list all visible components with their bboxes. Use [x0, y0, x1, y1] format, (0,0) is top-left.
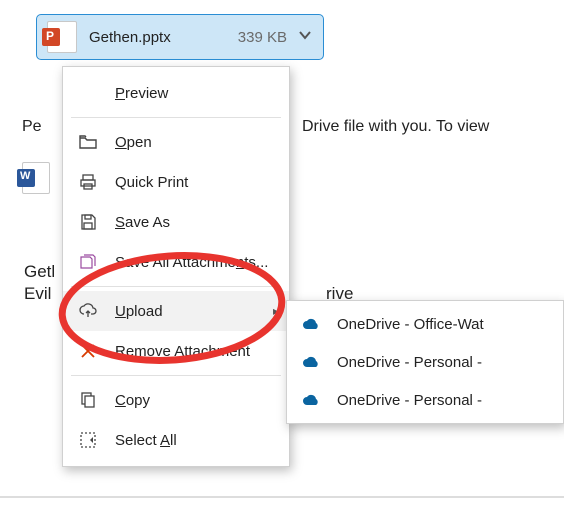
menu-label: Save All Attachments... — [115, 254, 268, 271]
bg-text-fragment: Drive file with you. To view — [302, 118, 489, 136]
save-icon — [77, 211, 99, 233]
menu-open[interactable]: Open — [63, 122, 289, 162]
menu-label: Save As — [115, 214, 170, 231]
menu-label: Remove Attachment — [115, 343, 250, 360]
menu-label: Open — [115, 134, 152, 151]
select-all-icon — [77, 429, 99, 451]
menu-label: Upload — [115, 303, 163, 320]
submenu-label: OneDrive - Personal - — [337, 392, 482, 409]
menu-separator — [71, 375, 281, 376]
menu-select-all[interactable]: Select All — [63, 420, 289, 460]
attachment-size: 339 KB — [238, 29, 287, 46]
submenu-item-onedrive[interactable]: OneDrive - Personal - — [287, 343, 563, 381]
blank-icon — [77, 82, 99, 104]
attachment-context-menu: Preview Open Quick Print Save As Save Al… — [62, 66, 290, 467]
bg-text-fragment: Pe — [22, 118, 42, 136]
word-attachment-icon — [22, 162, 50, 194]
onedrive-icon — [301, 316, 323, 332]
upload-submenu: OneDrive - Office-Wat OneDrive - Persona… — [286, 300, 564, 424]
attachment-filename: Gethen.pptx — [89, 29, 238, 46]
menu-label: Preview — [115, 85, 168, 102]
remove-icon — [77, 340, 99, 362]
chevron-right-icon: ▸ — [273, 304, 279, 318]
menu-preview[interactable]: Preview — [63, 73, 289, 113]
bg-text-fragment: Evil — [24, 284, 51, 304]
menu-label: Quick Print — [115, 174, 188, 191]
save-all-icon — [77, 251, 99, 273]
cloud-upload-icon — [77, 300, 99, 322]
menu-upload[interactable]: Upload ▸ — [63, 291, 289, 331]
bg-text-fragment: Getl — [24, 262, 55, 282]
menu-copy[interactable]: Copy — [63, 380, 289, 420]
menu-label: Copy — [115, 392, 150, 409]
powerpoint-icon — [47, 21, 77, 53]
submenu-label: OneDrive - Office-Wat — [337, 316, 484, 333]
menu-label: Select All — [115, 432, 177, 449]
copy-icon — [77, 389, 99, 411]
bottom-divider — [0, 496, 564, 498]
menu-remove-attachment[interactable]: Remove Attachment — [63, 331, 289, 371]
submenu-item-onedrive[interactable]: OneDrive - Office-Wat — [287, 305, 563, 343]
menu-save-as[interactable]: Save As — [63, 202, 289, 242]
onedrive-icon — [301, 392, 323, 408]
submenu-label: OneDrive - Personal - — [337, 354, 482, 371]
menu-quick-print[interactable]: Quick Print — [63, 162, 289, 202]
onedrive-icon — [301, 354, 323, 370]
folder-open-icon — [77, 131, 99, 153]
submenu-item-onedrive[interactable]: OneDrive - Personal - — [287, 381, 563, 419]
attachment-chip[interactable]: Gethen.pptx 339 KB — [36, 14, 324, 60]
menu-separator — [71, 286, 281, 287]
printer-icon — [77, 171, 99, 193]
menu-separator — [71, 117, 281, 118]
chevron-down-icon[interactable] — [297, 27, 313, 47]
menu-save-all-attachments[interactable]: Save All Attachments... — [63, 242, 289, 282]
